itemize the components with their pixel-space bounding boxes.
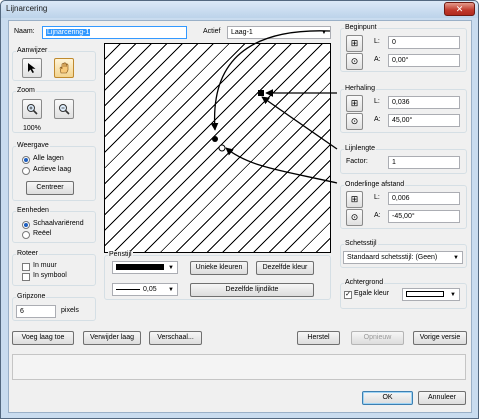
annotation-overlay — [210, 30, 338, 184]
onderlinge-arrow — [225, 147, 338, 184]
start-point[interactable] — [212, 136, 218, 142]
offset-point[interactable] — [218, 144, 226, 152]
lijnlengte-arrow — [261, 96, 338, 150]
beginpunt-arrow — [210, 30, 331, 131]
repeat-handle[interactable] — [258, 90, 264, 96]
